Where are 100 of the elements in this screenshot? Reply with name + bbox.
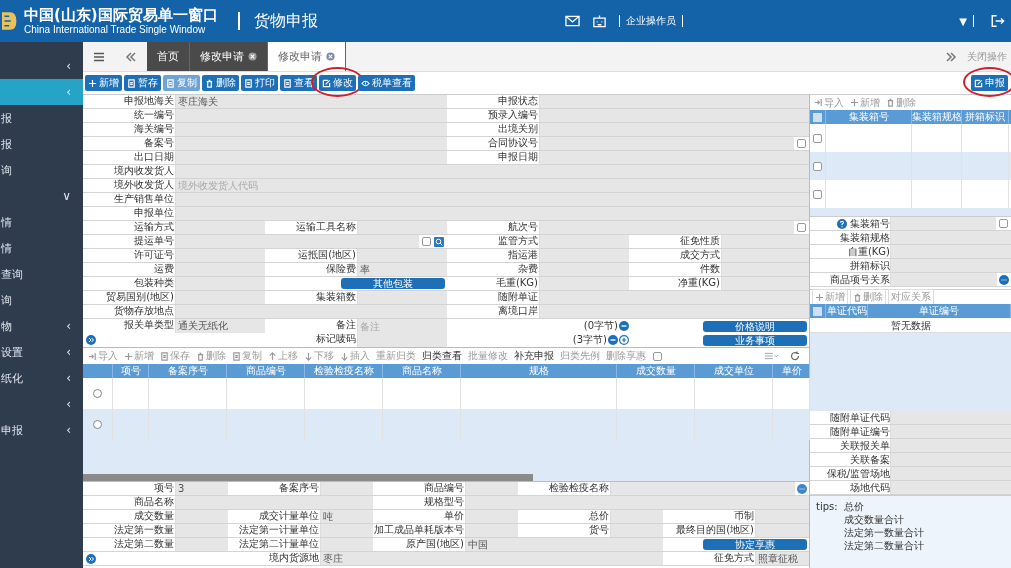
- input-field[interactable]: [539, 109, 809, 122]
- input-field[interactable]: [890, 245, 1011, 258]
- robot-icon[interactable]: [592, 14, 608, 28]
- input-field[interactable]: [610, 510, 663, 523]
- sidebar-item[interactable]: ∨: [0, 183, 83, 209]
- input-field[interactable]: [890, 439, 1011, 452]
- input-field[interactable]: [465, 482, 518, 495]
- input-field[interactable]: [320, 524, 373, 537]
- sidebar-item[interactable]: ‹: [0, 53, 83, 79]
- input-field[interactable]: [175, 538, 228, 551]
- input-field[interactable]: 吨: [320, 510, 373, 523]
- input-field[interactable]: [357, 249, 447, 262]
- input-field[interactable]: 中国: [465, 538, 663, 551]
- input-field[interactable]: [539, 235, 629, 248]
- input-field[interactable]: [320, 538, 373, 551]
- user-menu[interactable]: 企业操作员: [626, 14, 677, 28]
- checkbox[interactable]: [797, 223, 806, 232]
- refresh-icon[interactable]: [788, 351, 802, 361]
- input-field[interactable]: [755, 510, 809, 523]
- sidebar-item[interactable]: 询: [0, 157, 83, 183]
- input-field[interactable]: [890, 467, 1011, 480]
- input-field[interactable]: [890, 273, 997, 286]
- checkbox[interactable]: [813, 161, 822, 171]
- toolbar-button[interactable]: 打印: [241, 75, 278, 91]
- sidebar-item[interactable]: 申报 ‹: [0, 417, 83, 443]
- input-field[interactable]: [890, 481, 1011, 494]
- sidebar-item[interactable]: 物 ‹: [0, 313, 83, 339]
- input-field[interactable]: [610, 482, 795, 495]
- input-field[interactable]: [175, 123, 447, 136]
- input-field[interactable]: [539, 151, 809, 164]
- input-field[interactable]: [175, 165, 809, 178]
- column-menu-icon[interactable]: [764, 351, 778, 361]
- input-field[interactable]: [175, 524, 228, 537]
- more-icon[interactable]: [999, 274, 1009, 285]
- input-field[interactable]: [610, 524, 663, 537]
- input-field[interactable]: [175, 291, 265, 304]
- form-button[interactable]: 其他包装: [341, 278, 445, 289]
- input-field[interactable]: [175, 207, 809, 220]
- sidebar-item[interactable]: 情: [0, 235, 83, 261]
- input-field[interactable]: [539, 221, 794, 234]
- input-field[interactable]: [175, 305, 447, 318]
- submit-button[interactable]: 申报: [971, 75, 1008, 91]
- input-field[interactable]: 照章征税: [755, 552, 809, 565]
- input-field[interactable]: [721, 277, 809, 290]
- input-field[interactable]: [175, 496, 373, 509]
- logout-icon[interactable]: [990, 14, 1005, 28]
- input-field[interactable]: [890, 217, 996, 230]
- input-field[interactable]: 3: [175, 482, 228, 495]
- toolbar-button[interactable]: 税单查看: [358, 75, 415, 91]
- radio-button[interactable]: [93, 389, 102, 398]
- input-field[interactable]: [357, 291, 447, 304]
- input-field[interactable]: 率: [357, 263, 447, 276]
- input-field[interactable]: [175, 151, 447, 164]
- input-field[interactable]: [465, 510, 518, 523]
- mail-icon[interactable]: [565, 14, 581, 28]
- form-button[interactable]: 业务事项: [703, 334, 807, 346]
- sidebar-item[interactable]: ‹: [0, 391, 83, 417]
- close-operations-menu[interactable]: 关闭操作: [967, 49, 1011, 64]
- checkbox[interactable]: [999, 219, 1008, 228]
- input-field[interactable]: [175, 109, 447, 122]
- toolbar-button[interactable]: 新增: [85, 75, 122, 91]
- checkbox[interactable]: [813, 189, 822, 199]
- input-field[interactable]: [175, 221, 265, 234]
- expand-icon[interactable]: [86, 335, 96, 345]
- sidebar-item[interactable]: 报: [0, 131, 83, 157]
- dropdown-toggle[interactable]: ▼: [959, 15, 967, 27]
- minus-circle-icon[interactable]: [608, 335, 618, 345]
- checkbox[interactable]: [797, 139, 806, 148]
- plus-circle-icon[interactable]: [619, 335, 629, 345]
- input-field[interactable]: 通关无纸化: [175, 319, 265, 333]
- input-field[interactable]: [175, 263, 265, 276]
- input-field[interactable]: [357, 221, 447, 234]
- checkbox[interactable]: [422, 237, 431, 246]
- input-field[interactable]: [721, 235, 809, 248]
- input-field[interactable]: 枣庄海关: [175, 95, 447, 108]
- sidebar-item[interactable]: 询: [0, 287, 83, 313]
- minus-circle-icon[interactable]: [619, 321, 629, 331]
- tab[interactable]: 修改申请: [268, 42, 346, 71]
- input-field[interactable]: [175, 510, 228, 523]
- sidebar-item[interactable]: 设置 ‹: [0, 339, 83, 365]
- input-field[interactable]: [357, 333, 447, 347]
- input-field[interactable]: [890, 259, 1011, 272]
- input-field[interactable]: [539, 277, 629, 290]
- sidebar-item[interactable]: 情: [0, 209, 83, 235]
- input-field[interactable]: [175, 277, 265, 290]
- input-field[interactable]: [175, 249, 265, 262]
- input-field[interactable]: 枣庄: [320, 552, 663, 565]
- sidebar-item[interactable]: 查询: [0, 261, 83, 287]
- tab[interactable]: 修改申请: [190, 42, 268, 71]
- help-icon[interactable]: [837, 218, 847, 229]
- input-field[interactable]: [320, 482, 373, 495]
- input-field[interactable]: [175, 137, 447, 150]
- input-field[interactable]: [890, 411, 1011, 424]
- form-button[interactable]: 协定享惠: [703, 539, 807, 550]
- radio-button[interactable]: [93, 420, 102, 429]
- tab[interactable]: 首页: [147, 42, 190, 71]
- checkbox[interactable]: [813, 133, 822, 143]
- input-field[interactable]: [539, 249, 629, 262]
- toolbar-button[interactable]: 归类查看: [420, 349, 464, 363]
- sidebar-item[interactable]: 纸化 ‹: [0, 365, 83, 391]
